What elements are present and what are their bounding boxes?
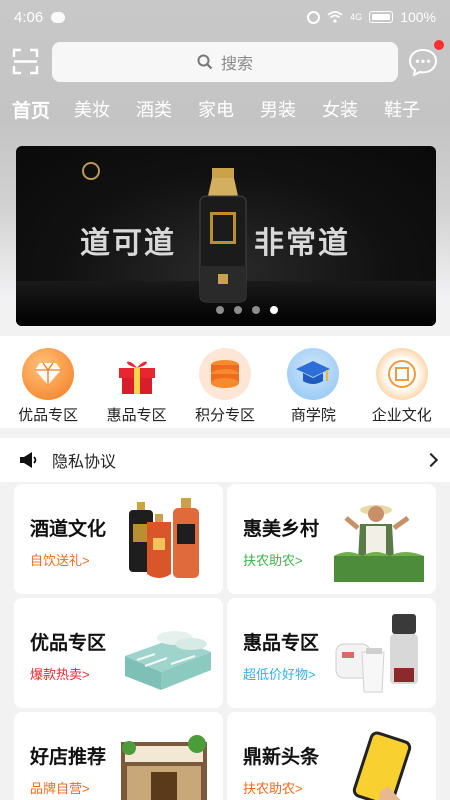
scan-icon[interactable] xyxy=(12,48,39,75)
chevron-right-icon xyxy=(423,452,439,468)
carousel-dot[interactable] xyxy=(252,306,260,314)
gift-icon xyxy=(111,348,163,400)
tab-liquor[interactable]: 酒类 xyxy=(136,96,198,124)
signal-label: 4G xyxy=(350,12,363,22)
card-discount-zone[interactable]: 惠品专区 超低价好物> xyxy=(227,598,436,708)
battery-percent: 100% xyxy=(400,9,436,25)
card-subtitle: 品牌自营> xyxy=(30,781,90,796)
company-badge-icon xyxy=(375,348,428,400)
card-subtitle: 超低价好物> xyxy=(243,667,316,682)
card-recommended-shops[interactable]: 好店推荐 品牌自营> xyxy=(14,712,223,800)
notice-bar[interactable]: 隐私协议 xyxy=(0,438,450,482)
diamond-icon xyxy=(22,348,75,400)
wechat-notification-icon xyxy=(51,11,66,23)
card-subtitle: 扶农助农> xyxy=(243,553,303,568)
tab-appliances[interactable]: 家电 xyxy=(198,96,260,124)
battery-icon xyxy=(369,11,394,23)
coins-icon xyxy=(198,348,251,400)
status-time: 4:06 xyxy=(14,8,44,26)
liquor-bottle-image xyxy=(199,168,247,303)
card-subtitle: 扶农助农> xyxy=(243,781,303,796)
notice-text: 隐私协议 xyxy=(52,454,117,471)
search-placeholder: 搜索 xyxy=(220,56,253,73)
card-headlines[interactable]: 鼎新头条 扶农助农> xyxy=(227,712,436,800)
wifi-icon xyxy=(327,11,343,23)
card-title: 惠美乡村 xyxy=(243,519,320,540)
card-subtitle: 自饮送礼> xyxy=(30,553,90,568)
quick-entry-premium[interactable]: 优品专区 xyxy=(5,336,91,428)
card-premium-zone[interactable]: 优品专区 爆款热卖> xyxy=(14,598,223,708)
brand-logo-icon xyxy=(82,162,100,180)
tab-menswear[interactable]: 男装 xyxy=(260,96,322,124)
quick-entry-label: 积分专区 xyxy=(194,407,255,424)
quick-entry-culture[interactable]: 企业文化 xyxy=(359,336,445,428)
card-title: 鼎新头条 xyxy=(243,747,320,768)
tab-shoes[interactable]: 鞋子 xyxy=(384,96,446,124)
quick-entry-bar: 优品专区 惠品专区 积分专区 商学院 企业文化 xyxy=(0,336,450,428)
tab-beauty[interactable]: 美妆 xyxy=(74,96,136,124)
quick-entry-label: 惠品专区 xyxy=(106,407,167,424)
category-tabs: 首页 美妆 酒类 家电 男装 女装 鞋子 xyxy=(0,96,450,124)
card-title: 酒道文化 xyxy=(30,519,107,540)
quick-entry-points[interactable]: 积分专区 xyxy=(182,336,268,428)
quick-entry-label: 商学院 xyxy=(290,407,336,424)
tab-home[interactable]: 首页 xyxy=(12,96,74,124)
card-title: 好店推荐 xyxy=(30,747,107,768)
card-title: 惠品专区 xyxy=(243,633,320,654)
tab-womenswear[interactable]: 女装 xyxy=(322,96,384,124)
megaphone-icon xyxy=(20,452,37,468)
quick-entry-label: 企业文化 xyxy=(371,407,432,424)
message-icon[interactable] xyxy=(408,48,438,76)
carousel-dot[interactable] xyxy=(234,306,242,314)
carousel-dot[interactable] xyxy=(216,306,224,314)
status-bar: 4:06 4G 100% xyxy=(0,0,450,34)
quick-entry-label: 优品专区 xyxy=(18,407,79,424)
farmer-vegetables-image xyxy=(334,505,424,582)
search-row: 搜索 xyxy=(0,42,450,82)
carousel-dots xyxy=(216,306,278,314)
shop-front-image xyxy=(121,735,207,800)
appliances-image xyxy=(335,614,418,693)
phone-news-image xyxy=(352,731,412,800)
feature-cards: 酒道文化 自饮送礼> 惠美乡村 扶农助农> 优品专区 爆款热卖> 惠品专区 超低… xyxy=(14,484,436,800)
quick-entry-discount[interactable]: 惠品专区 xyxy=(94,336,180,428)
unread-badge xyxy=(434,40,444,50)
carousel-dot-active[interactable] xyxy=(270,306,278,314)
graduation-cap-icon xyxy=(287,348,340,400)
card-subtitle: 爆款热卖> xyxy=(30,667,90,682)
liquor-bottles-image xyxy=(129,498,199,578)
banner-left-text: 道可道 xyxy=(80,226,176,261)
search-icon xyxy=(197,54,213,70)
card-rural-revitalization[interactable]: 惠美乡村 扶农助农> xyxy=(227,484,436,594)
banner-right-text: 非常道 xyxy=(254,226,350,261)
search-input[interactable]: 搜索 xyxy=(52,42,398,82)
quick-entry-academy[interactable]: 商学院 xyxy=(270,336,356,428)
card-title: 优品专区 xyxy=(30,633,107,654)
card-liquor-culture[interactable]: 酒道文化 自饮送礼> xyxy=(14,484,223,594)
bedding-image xyxy=(125,631,211,690)
promo-banner[interactable]: 道可道 非常道 xyxy=(16,146,436,326)
alarm-icon xyxy=(307,10,321,24)
